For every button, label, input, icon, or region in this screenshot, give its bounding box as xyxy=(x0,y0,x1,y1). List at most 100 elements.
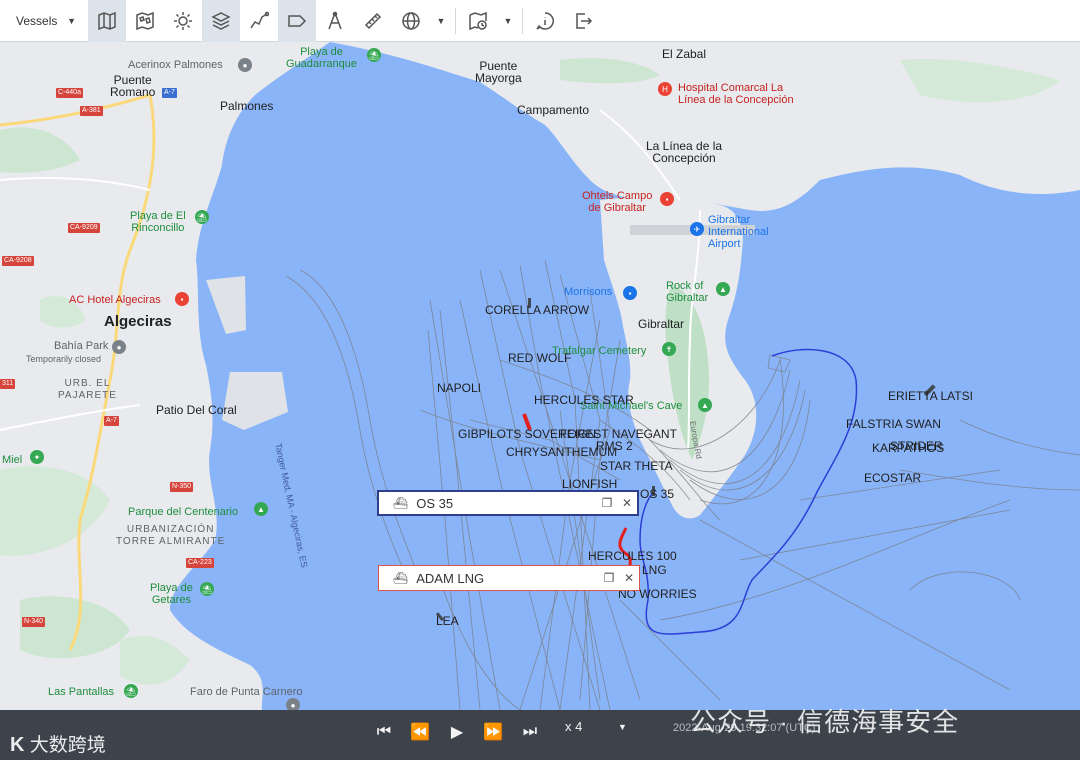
vessel-label[interactable]: CORELLA ARROW xyxy=(485,304,589,316)
road-shield: CA-9208 xyxy=(2,256,34,266)
globe-options-caret[interactable]: ▼ xyxy=(430,0,452,42)
playback-speed[interactable]: x 4 xyxy=(565,719,582,734)
fast-forward-icon: ⏩ xyxy=(483,724,503,741)
vessel-label[interactable]: NAPOLI xyxy=(437,382,481,394)
place-puente-mayorga: Puente Mayorga xyxy=(475,59,522,85)
watermark-left: K 大数跨境 xyxy=(10,730,106,757)
history-map-icon xyxy=(469,11,487,30)
toolbar-divider xyxy=(522,7,523,34)
place-temporarily-closed: Temporarily closed xyxy=(26,354,102,364)
compass-draw-button[interactable] xyxy=(316,0,354,42)
vessel-label[interactable]: ERIETTA LATSI xyxy=(888,390,973,402)
world-map-button[interactable] xyxy=(126,0,164,42)
place-hospital: Hospital Comarcal La Línea de la Concepc… xyxy=(678,82,794,106)
vessel-label[interactable]: OS 35 xyxy=(640,488,674,500)
map-view[interactable]: El Zabal Playa de Guadarranque ⛱ Acerino… xyxy=(0,42,1080,710)
place-torre-almirante: URBANIZACIÓN TORRE ALMIRANTE xyxy=(116,524,226,547)
shopping-icon: ● xyxy=(112,340,126,354)
road-shield: N-340 xyxy=(22,617,46,627)
ruler-button[interactable] xyxy=(354,0,392,42)
close-icon[interactable]: ✕ xyxy=(619,571,639,585)
vessel-label[interactable]: RED WOLF xyxy=(508,352,571,364)
skip-end-button[interactable]: ⏭ xyxy=(516,718,544,746)
vessel-popup-os35[interactable]: ⛴ OS 35 ❐ ✕ xyxy=(377,490,639,516)
location-pin-icon: ● xyxy=(238,58,252,72)
ruler-icon xyxy=(364,12,382,29)
label-tag-icon xyxy=(288,14,307,27)
place-patio-del-coral: Patio Del Coral xyxy=(156,403,237,417)
place-playa-rinconcillo: Playa de El Rinconcillo xyxy=(130,210,186,234)
skip-start-button[interactable]: ⏮ xyxy=(370,718,398,746)
rewind-icon: ⏪ xyxy=(410,724,430,741)
vessel-label[interactable]: ECOSTAR xyxy=(864,472,921,484)
place-algeciras: Algeciras xyxy=(104,313,172,330)
road-shield: A-7 xyxy=(162,88,177,98)
label-tag-button[interactable] xyxy=(278,0,316,42)
beach-icon: ⛱ xyxy=(195,210,209,224)
vessel-popup-adam-lng[interactable]: ⛴ ADAM LNG ❐ ✕ xyxy=(378,565,640,591)
globe-button[interactable] xyxy=(392,0,430,42)
play-button[interactable]: ▶ xyxy=(443,718,471,746)
place-morrisons: Morrisons xyxy=(564,286,613,298)
beach-icon: ⛱ xyxy=(200,582,214,596)
place-playa-guadarranque: Playa de Guadarranque xyxy=(286,46,357,70)
history-options-caret[interactable]: ▼ xyxy=(497,0,519,42)
road-shield: 311 xyxy=(0,379,16,389)
beach-icon: ⛱ xyxy=(124,684,138,698)
vessel-label[interactable]: LEA xyxy=(436,615,459,627)
place-el-zabal: El Zabal xyxy=(662,47,707,61)
park-icon: ▲ xyxy=(254,502,268,516)
vessel-label[interactable]: FALSTRIA SWAN xyxy=(846,418,941,430)
road-shield: A-381 xyxy=(80,106,103,116)
sun-settings-button[interactable] xyxy=(164,0,202,42)
popup-vessel-name: ADAM LNG xyxy=(416,570,485,586)
exit-icon xyxy=(576,12,593,29)
layers-button[interactable] xyxy=(202,0,240,42)
vessel-label[interactable]: STRIDER xyxy=(890,440,943,452)
info-icon xyxy=(536,11,554,30)
place-miel: Miel xyxy=(2,454,23,466)
vessels-layer-select[interactable]: Vessels ▼ xyxy=(0,0,88,42)
playback-bar: K 大数跨境 ⏮ ⏪ ▶ ⏩ ⏭ x 4 ▼ 2022-Aug-29 19:32… xyxy=(0,707,1080,760)
track-line-button[interactable] xyxy=(240,0,278,42)
hotel-icon: ▪ xyxy=(660,192,674,206)
skip-end-icon: ⏭ xyxy=(522,723,538,740)
vessel-label[interactable]: HERCULES 100 xyxy=(588,550,677,562)
expand-window-icon[interactable]: ❐ xyxy=(597,496,617,510)
expand-window-icon[interactable]: ❐ xyxy=(599,571,619,585)
place-parque-centenario: Parque del Centenario xyxy=(128,506,239,518)
road-shield: CA-9209 xyxy=(68,223,100,233)
globe-icon xyxy=(402,11,420,30)
history-map-button[interactable] xyxy=(459,0,497,42)
road-shield: CA-223 xyxy=(186,558,214,568)
vessel-label[interactable]: HERCULES STAR xyxy=(534,394,634,406)
chevron-down-icon: ▼ xyxy=(67,15,76,26)
hospital-icon: H xyxy=(658,82,672,96)
road-shield: N-350 xyxy=(170,482,194,492)
hiking-icon: ✦ xyxy=(30,450,44,464)
shopping-icon: ▪ xyxy=(623,286,637,300)
ship-icon: ⛴ xyxy=(393,571,409,585)
close-icon[interactable]: ✕ xyxy=(617,496,637,510)
vessel-label[interactable]: CHRYSANTHEMUM xyxy=(506,446,617,458)
map-base xyxy=(0,42,1080,710)
place-la-linea: La Línea de la Concepción xyxy=(646,139,723,165)
watermark-right: 公众号 · 信德海事安全 xyxy=(690,707,960,737)
place-acerinox: Acerinox Palmones xyxy=(128,59,223,71)
place-playa-getares: Playa de Getares xyxy=(150,582,193,606)
fast-forward-button[interactable]: ⏩ xyxy=(479,718,507,746)
rewind-button[interactable]: ⏪ xyxy=(406,718,434,746)
beach-icon: ⛱ xyxy=(367,48,381,62)
info-button[interactable] xyxy=(526,0,564,42)
airport-icon: ✈ xyxy=(690,222,704,236)
exit-button[interactable] xyxy=(564,0,602,42)
cave-icon: ▲ xyxy=(698,398,712,412)
popup-vessel-name: OS 35 xyxy=(416,495,454,511)
road-shield: C-440a xyxy=(56,88,83,98)
place-gib-airport: Gibraltar International Airport xyxy=(708,214,769,250)
cemetery-icon: ✝ xyxy=(662,342,676,356)
vessel-label[interactable]: LIONFISH xyxy=(562,478,617,490)
chevron-down-icon[interactable]: ▼ xyxy=(618,722,627,732)
vessel-label[interactable]: STAR THETA xyxy=(600,460,673,472)
map-book-button[interactable] xyxy=(88,0,126,42)
